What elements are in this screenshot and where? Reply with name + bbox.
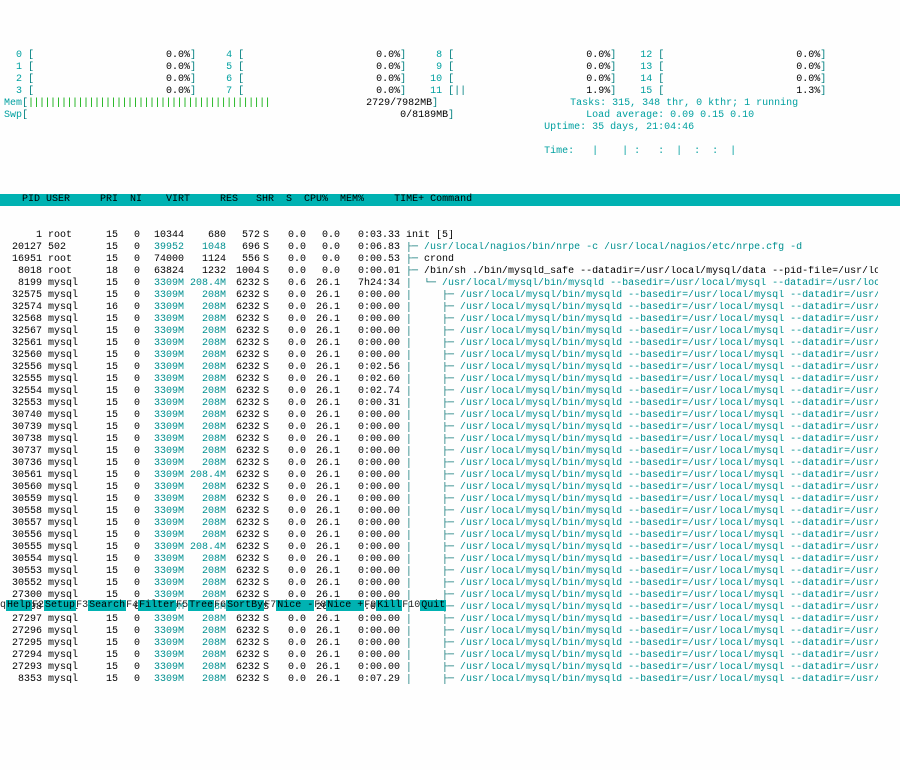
fkey-F3[interactable]: F3 — [76, 600, 88, 611]
process-row[interactable]: 30554 mysql1503309M208M6232S0.026.10:00.… — [4, 554, 896, 566]
process-row[interactable]: 32555 mysql1503309M208M6232S0.026.10:02.… — [4, 374, 896, 386]
process-row[interactable]: 32574 mysql1603309M208M6232S0.026.10:00.… — [4, 302, 896, 314]
fkey-F5[interactable]: F5 — [176, 600, 188, 611]
process-row[interactable]: 30556 mysql1503309M208M6232S0.026.10:00.… — [4, 530, 896, 542]
process-row[interactable]: 30555 mysql1503309M208.4M6232S0.026.10:0… — [4, 542, 896, 554]
process-row[interactable]: 32553 mysql1503309M208M6232S0.026.10:00.… — [4, 398, 896, 410]
process-row[interactable]: 27295 mysql1503309M208M6232S0.026.10:00.… — [4, 638, 896, 650]
process-row[interactable]: 30557 mysql1503309M208M6232S0.026.10:00.… — [4, 518, 896, 530]
process-row[interactable]: 30553 mysql1503309M208M6232S0.026.10:00.… — [4, 566, 896, 578]
process-row[interactable]: 30559 mysql1503309M208M6232S0.026.10:00.… — [4, 494, 896, 506]
process-row[interactable]: 8199 mysql1503309M208.4M6232S0.626.17h24… — [4, 278, 896, 290]
fkey-F8[interactable]: F8 — [314, 600, 326, 611]
cpu-meter-row: 0 [ 0.0%] 4 [ 0.0%] 8 [ 0.0%] 12 [ 0.0%] — [4, 50, 896, 62]
process-row[interactable]: 30558 mysql1503309M208M6232S0.026.10:00.… — [4, 506, 896, 518]
process-row[interactable]: 1 root15010344680572S0.00.00:03.33 init … — [4, 230, 896, 242]
process-row[interactable]: 16951 root150740001124556S0.00.00:00.53 … — [4, 254, 896, 266]
process-row[interactable]: 32561 mysql1503309M208M6232S0.026.10:00.… — [4, 338, 896, 350]
fkey-F10[interactable]: F10 — [402, 600, 420, 611]
fkey-F9[interactable]: F9 — [364, 600, 376, 611]
fkey-F2[interactable]: F2 — [32, 600, 44, 611]
time-row: Time: | | : : | : : | — [4, 146, 896, 158]
process-row[interactable]: 30737 mysql1503309M208M6232S0.026.10:00.… — [4, 446, 896, 458]
process-row[interactable]: 32560 mysql1503309M208M6232S0.026.10:00.… — [4, 350, 896, 362]
process-row[interactable]: 30560 mysql1503309M208M6232S0.026.10:00.… — [4, 482, 896, 494]
process-row[interactable]: 27293 mysql1503309M208M6232S0.026.10:00.… — [4, 662, 896, 674]
swp-meter: Swp[ 0/8189MB] Load average: 0.09 0.15 0… — [4, 110, 896, 122]
header-meters: 0 [ 0.0%] 4 [ 0.0%] 8 [ 0.0%] 12 [ 0.0%]… — [0, 48, 900, 170]
process-row[interactable]: 20127 502150399521048696S0.00.00:06.83 ├… — [4, 242, 896, 254]
cpu-meter-row: 3 [ 0.0%] 7 [ 0.0%] 11 [|| 1.9%] 15 [ 1.… — [4, 86, 896, 98]
process-row[interactable]: 27297 mysql1503309M208M6232S0.026.10:00.… — [4, 614, 896, 626]
process-list[interactable]: 1 root15010344680572S0.00.00:03.33 init … — [0, 230, 900, 686]
function-key-bar[interactable]: qHelpF2SetupF3SearchF4FilterF5TreeF6Sort… — [0, 600, 900, 612]
column-header[interactable]: PID USER PRI NI VIRT RES SHR S CPU% MEM%… — [0, 194, 900, 206]
process-row[interactable]: 32568 mysql1503309M208M6232S0.026.10:00.… — [4, 314, 896, 326]
process-row[interactable]: 32575 mysql1503309M208M6232S0.026.10:00.… — [4, 290, 896, 302]
fkey-F6[interactable]: F6 — [214, 600, 226, 611]
process-row[interactable]: 30561 mysql1503309M208.4M6232S0.026.10:0… — [4, 470, 896, 482]
fkey-F7[interactable]: F7 — [264, 600, 276, 611]
process-row[interactable]: 30740 mysql1503309M208M6232S0.026.10:00.… — [4, 410, 896, 422]
fkey-F4[interactable]: F4 — [126, 600, 138, 611]
uptime-row: Uptime: 35 days, 21:04:46 — [4, 122, 896, 134]
process-row[interactable]: 32556 mysql1503309M208M6232S0.026.10:02.… — [4, 362, 896, 374]
process-row[interactable]: 30738 mysql1503309M208M6232S0.026.10:00.… — [4, 434, 896, 446]
mem-meter: Mem[||||||||||||||||||||||||||||||||||||… — [4, 98, 896, 110]
process-row[interactable]: 32567 mysql1503309M208M6232S0.026.10:00.… — [4, 326, 896, 338]
process-row[interactable]: 30739 mysql1503309M208M6232S0.026.10:00.… — [4, 422, 896, 434]
process-row[interactable]: 27294 mysql1503309M208M6232S0.026.10:00.… — [4, 650, 896, 662]
process-row[interactable]: 30552 mysql1503309M208M6232S0.026.10:00.… — [4, 578, 896, 590]
process-row[interactable]: 8018 root1806382412321004S0.00.00:00.01 … — [4, 266, 896, 278]
process-row[interactable]: 8353 mysql1503309M208M6232S0.026.10:07.2… — [4, 674, 896, 686]
process-row[interactable]: 30736 mysql1503309M208M6232S0.026.10:00.… — [4, 458, 896, 470]
process-row[interactable]: 32554 mysql1503309M208M6232S0.026.10:02.… — [4, 386, 896, 398]
process-row[interactable]: 27296 mysql1503309M208M6232S0.026.10:00.… — [4, 626, 896, 638]
cpu-meter-row: 1 [ 0.0%] 5 [ 0.0%] 9 [ 0.0%] 13 [ 0.0%] — [4, 62, 896, 74]
cpu-meter-row: 2 [ 0.0%] 6 [ 0.0%] 10 [ 0.0%] 14 [ 0.0%… — [4, 74, 896, 86]
